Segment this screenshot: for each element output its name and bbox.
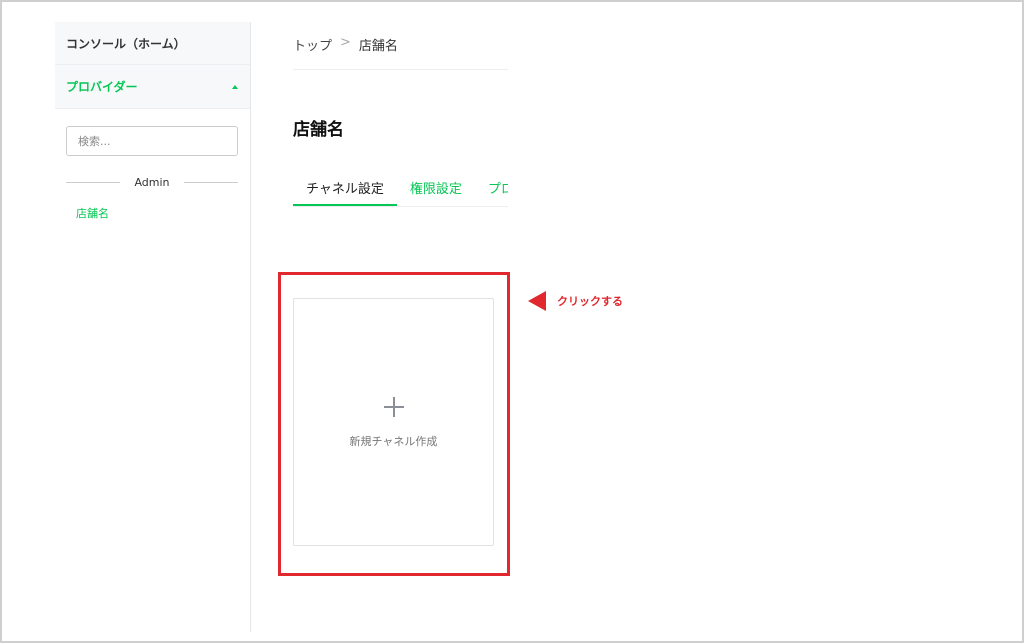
page-title: 店舗名 [293,120,344,140]
click-annotation: クリックする [528,291,623,311]
plus-icon [384,397,404,417]
sidebar: コンソール（ホーム） プロバイダー Admin 店舗名 [55,22,251,632]
sidebar-console-home-label: コンソール（ホーム） [66,36,186,51]
sidebar-item-shop[interactable]: 店舗名 [76,205,109,221]
breadcrumb-separator: > [340,35,351,50]
breadcrumb-top-link[interactable]: トップ [293,35,332,54]
caret-up-icon [232,84,238,89]
arrow-left-icon [528,291,546,311]
tab-provider-settings[interactable]: プロバイダー設定 [475,172,508,206]
sidebar-section-divider: Admin [66,176,238,189]
sidebar-search-input[interactable] [66,126,238,156]
tab-bar: チャネル設定権限設定プロバイダー設定 [293,172,508,207]
sidebar-console-home[interactable]: コンソール（ホーム） [55,22,250,65]
sidebar-section-label: Admin [134,176,170,189]
breadcrumb-current: 店舗名 [358,39,398,54]
annotation-text: クリックする [557,295,623,308]
new-channel-card[interactable]: 新規チャネル作成 [293,298,494,546]
divider-line [66,182,121,183]
tab-channel-settings[interactable]: チャネル設定 [293,172,397,206]
divider-line [183,182,238,183]
breadcrumb: トップ > 店舗名 [293,35,508,70]
sidebar-provider-toggle[interactable]: プロバイダー [55,65,250,109]
tab-permission-settings[interactable]: 権限設定 [397,172,475,206]
new-channel-label: 新規チャネル作成 [349,435,438,448]
sidebar-provider-label: プロバイダー [66,80,138,94]
